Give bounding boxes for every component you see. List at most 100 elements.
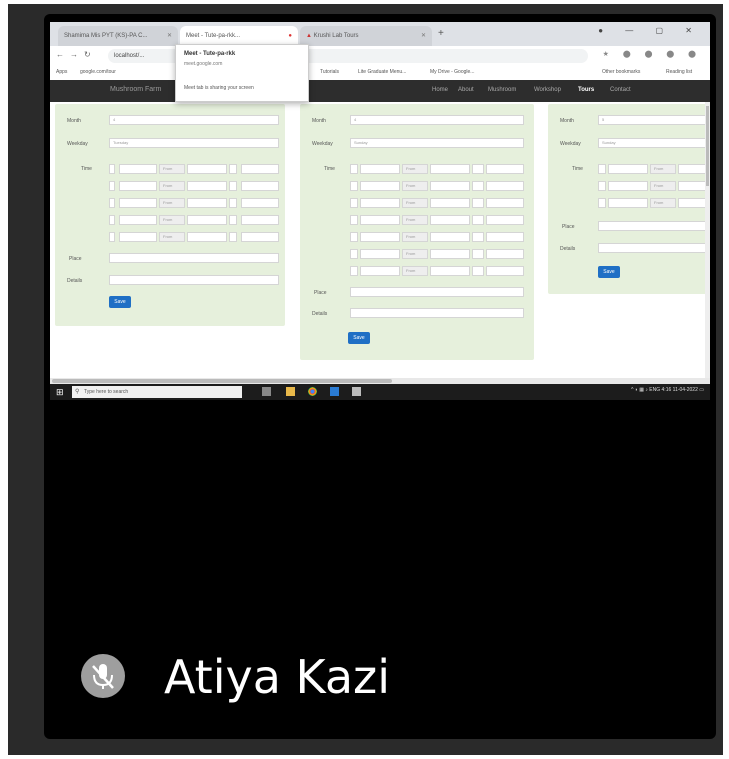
- row-toggle[interactable]: [472, 249, 484, 259]
- place-field[interactable]: [350, 287, 524, 297]
- save-button[interactable]: Save: [109, 296, 131, 308]
- month-input[interactable]: 4: [109, 115, 279, 125]
- bookmark-item[interactable]: Tutorials: [320, 69, 339, 75]
- place-input[interactable]: [241, 164, 279, 174]
- new-tab-icon[interactable]: +: [438, 28, 444, 39]
- row-toggle[interactable]: [472, 266, 484, 276]
- time-input[interactable]: [119, 232, 157, 242]
- weekday-input[interactable]: Tuesday: [109, 138, 279, 148]
- vscode-icon[interactable]: [330, 387, 339, 396]
- time-input[interactable]: [360, 266, 400, 276]
- row-toggle[interactable]: [350, 181, 358, 191]
- row-toggle[interactable]: [350, 215, 358, 225]
- row-toggle[interactable]: [109, 181, 115, 191]
- nav-workshop[interactable]: Workshop: [534, 87, 561, 93]
- time-input[interactable]: [119, 198, 157, 208]
- row-toggle[interactable]: [472, 232, 484, 242]
- row-toggle[interactable]: [598, 181, 606, 191]
- back-icon[interactable]: ←: [56, 50, 64, 59]
- bookmark-item[interactable]: Lite Graduate Menu...: [358, 69, 406, 75]
- row-toggle[interactable]: [229, 198, 237, 208]
- row-toggle[interactable]: [109, 164, 115, 174]
- nav-mushroom[interactable]: Mushroom: [488, 87, 516, 93]
- place-input[interactable]: [486, 266, 524, 276]
- browser-tab-3[interactable]: ▲ Krushi Lab Tours ✕: [300, 26, 432, 46]
- taskbar-search-input[interactable]: ⚲ Type here to search: [72, 386, 242, 398]
- row-toggle[interactable]: [229, 232, 237, 242]
- place-input[interactable]: [486, 198, 524, 208]
- details-field[interactable]: [350, 308, 524, 318]
- place-input[interactable]: [241, 198, 279, 208]
- bookmark-item[interactable]: Other bookmarks: [602, 69, 640, 75]
- app-icon[interactable]: [352, 387, 361, 396]
- bookmark-item[interactable]: Apps: [56, 69, 67, 75]
- site-brand[interactable]: Mushroom Farm: [110, 86, 161, 93]
- from-input[interactable]: [430, 249, 470, 259]
- from-input[interactable]: [187, 164, 227, 174]
- time-input[interactable]: [360, 198, 400, 208]
- from-input[interactable]: [430, 181, 470, 191]
- nav-tours[interactable]: Tours: [578, 87, 594, 93]
- vertical-scrollbar[interactable]: [705, 102, 710, 378]
- place-input[interactable]: [241, 232, 279, 242]
- close-icon[interactable]: ✕: [167, 26, 172, 46]
- place-input[interactable]: [486, 164, 524, 174]
- time-input[interactable]: [360, 215, 400, 225]
- from-input[interactable]: [187, 181, 227, 191]
- place-input[interactable]: [241, 181, 279, 191]
- row-toggle[interactable]: [350, 164, 358, 174]
- nav-about[interactable]: About: [458, 87, 474, 93]
- row-toggle[interactable]: [229, 215, 237, 225]
- scroll-thumb[interactable]: [52, 379, 392, 383]
- details-field[interactable]: [598, 243, 710, 253]
- weekday-input[interactable]: Sunday: [598, 138, 710, 148]
- close-icon[interactable]: ✕: [421, 26, 426, 46]
- row-toggle[interactable]: [109, 232, 115, 242]
- from-input[interactable]: [187, 215, 227, 225]
- bookmark-item[interactable]: Reading list: [666, 69, 692, 75]
- row-toggle[interactable]: [229, 181, 237, 191]
- row-toggle[interactable]: [598, 164, 606, 174]
- nav-home[interactable]: Home: [432, 87, 448, 93]
- bookmark-item[interactable]: google.com/tour: [80, 69, 116, 75]
- time-input[interactable]: [360, 181, 400, 191]
- reload-icon[interactable]: ↻: [84, 50, 91, 59]
- place-input[interactable]: [486, 181, 524, 191]
- row-toggle[interactable]: [350, 198, 358, 208]
- system-tray[interactable]: ^ ◗ ▦ ♪ ENG 4:16 11-04-2022 ▭: [631, 387, 704, 393]
- from-input[interactable]: [430, 232, 470, 242]
- place-input[interactable]: [241, 215, 279, 225]
- row-toggle[interactable]: [350, 249, 358, 259]
- place-input[interactable]: [486, 249, 524, 259]
- from-input[interactable]: [187, 232, 227, 242]
- month-input[interactable]: 5: [598, 115, 710, 125]
- windows-start-icon[interactable]: ⊞: [56, 387, 66, 397]
- row-toggle[interactable]: [472, 198, 484, 208]
- row-toggle[interactable]: [472, 181, 484, 191]
- time-input[interactable]: [119, 164, 157, 174]
- time-input[interactable]: [608, 181, 648, 191]
- close-icon[interactable]: ●: [288, 26, 292, 46]
- row-toggle[interactable]: [229, 164, 237, 174]
- place-input[interactable]: [486, 232, 524, 242]
- time-input[interactable]: [360, 164, 400, 174]
- time-input[interactable]: [119, 181, 157, 191]
- from-input[interactable]: [430, 215, 470, 225]
- time-input[interactable]: [119, 215, 157, 225]
- row-toggle[interactable]: [598, 198, 606, 208]
- place-input[interactable]: [486, 215, 524, 225]
- row-toggle[interactable]: [109, 215, 115, 225]
- place-field[interactable]: [109, 253, 279, 263]
- file-explorer-icon[interactable]: [286, 387, 295, 396]
- chrome-icon[interactable]: [308, 387, 317, 396]
- task-view-icon[interactable]: [262, 387, 271, 396]
- row-toggle[interactable]: [350, 266, 358, 276]
- nav-contact[interactable]: Contact: [610, 87, 631, 93]
- scroll-thumb[interactable]: [706, 106, 709, 186]
- bookmark-item[interactable]: My Drive - Google...: [430, 69, 474, 75]
- place-field[interactable]: [598, 221, 710, 231]
- from-input[interactable]: [430, 164, 470, 174]
- time-input[interactable]: [608, 198, 648, 208]
- time-input[interactable]: [360, 232, 400, 242]
- from-input[interactable]: [187, 198, 227, 208]
